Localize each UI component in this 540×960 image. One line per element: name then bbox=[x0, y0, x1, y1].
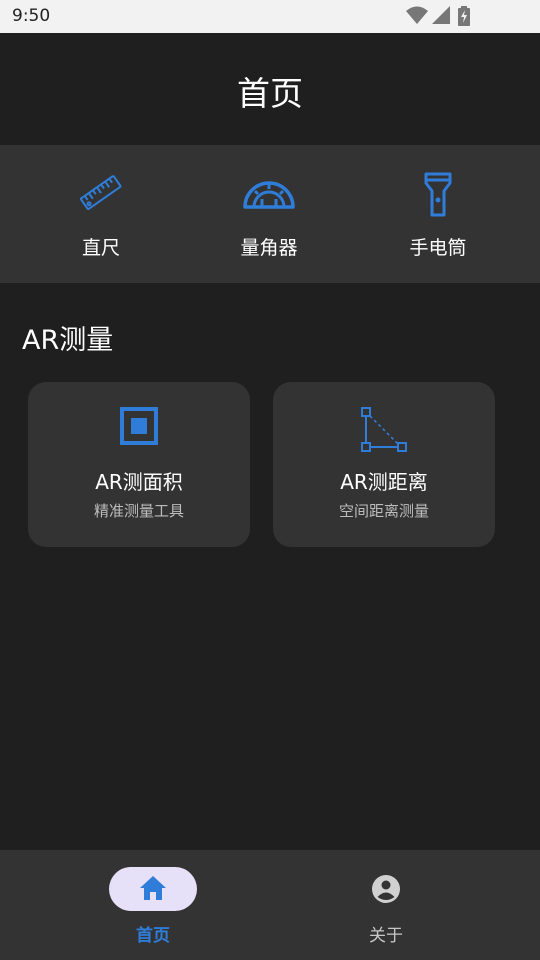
card-subtitle-ar-distance: 空间距离测量 bbox=[338, 502, 429, 520]
app-bar: 首页 bbox=[0, 33, 540, 145]
account-circle-icon bbox=[372, 875, 400, 903]
card-ar-distance[interactable]: AR测距离 空间距离测量 bbox=[273, 382, 495, 547]
ruler-icon bbox=[79, 175, 122, 210]
flashlight-icon bbox=[424, 172, 452, 217]
bottom-nav: 首页 关于 bbox=[0, 850, 540, 960]
tool-flashlight[interactable]: 手电筒 bbox=[368, 145, 508, 283]
nav-item-home[interactable]: 首页 bbox=[18, 850, 288, 960]
card-ar-area[interactable]: AR测面积 精准测量工具 bbox=[28, 382, 250, 547]
area-square-icon bbox=[120, 407, 158, 445]
distance-triangle-icon bbox=[361, 407, 407, 452]
nav-label-home: 首页 bbox=[136, 926, 170, 946]
section-title-ar: AR测量 bbox=[22, 325, 114, 356]
status-time: 9:50 bbox=[12, 6, 51, 26]
wifi-icon bbox=[406, 6, 428, 24]
tool-label-protractor: 量角器 bbox=[240, 237, 298, 259]
tool-ruler[interactable]: 直尺 bbox=[31, 145, 171, 283]
battery-icon bbox=[458, 6, 470, 26]
nav-label-about: 关于 bbox=[369, 926, 403, 946]
cell-signal-icon bbox=[432, 6, 450, 24]
card-title-ar-area: AR测面积 bbox=[95, 470, 183, 494]
protractor-icon bbox=[243, 181, 295, 209]
status-bar: 9:50 bbox=[0, 0, 540, 33]
tool-label-ruler: 直尺 bbox=[81, 237, 120, 259]
page-title: 首页 bbox=[237, 74, 303, 113]
home-icon bbox=[140, 876, 166, 900]
tool-protractor[interactable]: 量角器 bbox=[199, 145, 339, 283]
tool-label-flashlight: 手电筒 bbox=[409, 237, 467, 259]
nav-item-about[interactable]: 关于 bbox=[251, 850, 521, 960]
card-subtitle-ar-area: 精准测量工具 bbox=[93, 502, 184, 520]
card-title-ar-distance: AR测距离 bbox=[340, 470, 428, 494]
tools-row: 直尺 量角器 手电筒 bbox=[0, 145, 540, 283]
